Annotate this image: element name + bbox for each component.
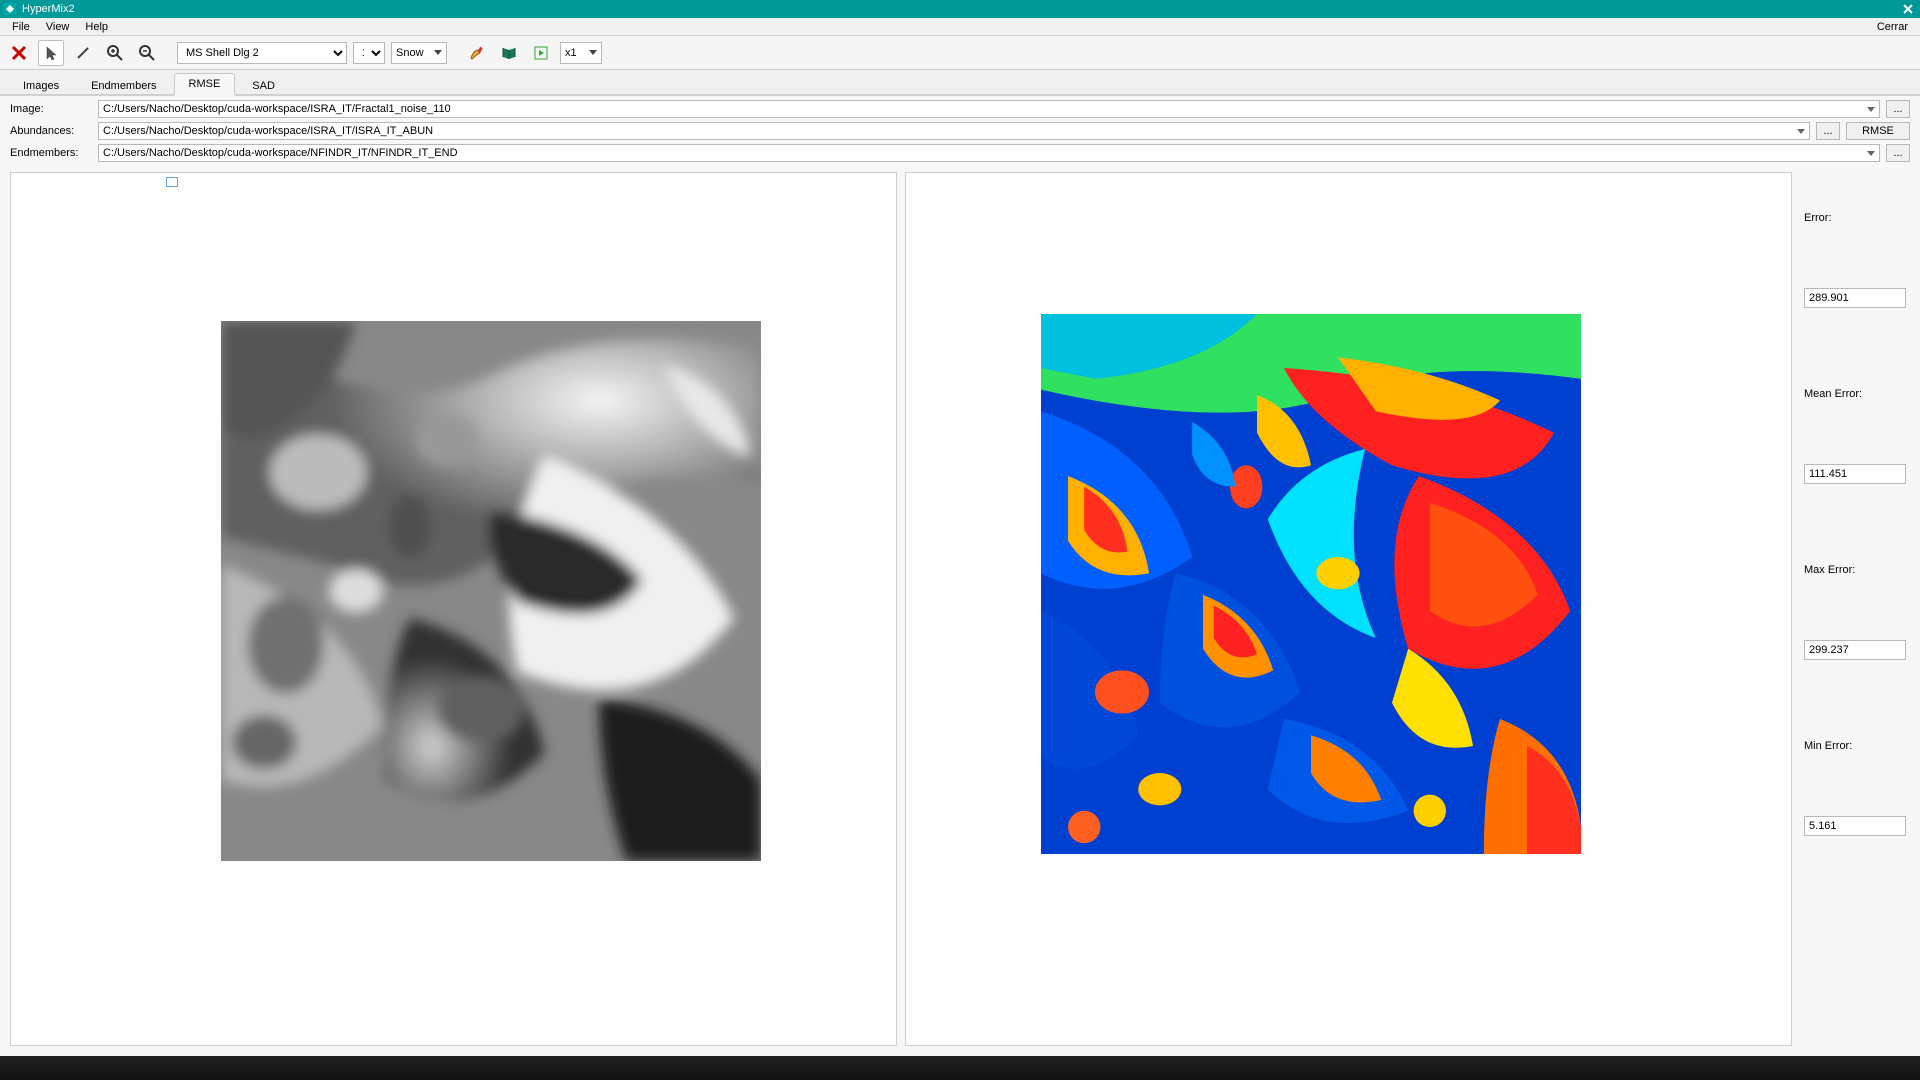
pointer-icon[interactable] (38, 40, 64, 66)
font-size-select[interactable]: 14 (353, 42, 385, 64)
brush-icon[interactable] (464, 40, 490, 66)
heatmap-image (1041, 314, 1581, 854)
endmembers-path-label: Endmembers: (10, 147, 92, 159)
menu-close[interactable]: Cerrar (1869, 19, 1916, 35)
abundances-browse-button[interactable]: ... (1816, 122, 1840, 140)
colormap-select[interactable]: Snow (391, 42, 447, 64)
menu-help[interactable]: Help (77, 19, 116, 35)
grayscale-image (221, 321, 761, 861)
abundances-path-input[interactable]: C:/Users/Nacho/Desktop/cuda-workspace/IS… (98, 122, 1810, 140)
stats-sidebar: Error: 289.901 Mean Error: 111.451 Max E… (1800, 172, 1910, 1046)
chevron-down-icon (1867, 151, 1875, 156)
menubar: File View Help Cerrar (0, 18, 1920, 36)
grayscale-panel (10, 172, 897, 1046)
tab-endmembers[interactable]: Endmembers (76, 75, 171, 96)
font-select[interactable]: MS Shell Dlg 2 (177, 42, 347, 64)
content-area: Error: 289.901 Mean Error: 111.451 Max E… (0, 166, 1920, 1056)
image-path-label: Image: (10, 103, 92, 115)
delete-icon[interactable] (6, 40, 32, 66)
tab-rmse[interactable]: RMSE (174, 73, 236, 96)
zoom-in-icon[interactable] (102, 40, 128, 66)
abundances-path-value: C:/Users/Nacho/Desktop/cuda-workspace/IS… (103, 125, 433, 137)
os-taskbar (0, 1056, 1920, 1080)
zoom-out-icon[interactable] (134, 40, 160, 66)
path-rows: Image: C:/Users/Nacho/Desktop/cuda-works… (0, 96, 1920, 166)
chevron-down-icon (1797, 129, 1805, 134)
close-window-button[interactable] (1900, 1, 1916, 17)
colormap-value: Snow (396, 47, 424, 59)
tab-images[interactable]: Images (8, 75, 74, 96)
endmembers-path-value: C:/Users/Nacho/Desktop/cuda-workspace/NF… (103, 147, 458, 159)
zoom-value: x1 (565, 47, 577, 59)
endmembers-browse-button[interactable]: ... (1886, 144, 1910, 162)
error-label: Error: (1804, 212, 1906, 224)
image-path-input[interactable]: C:/Users/Nacho/Desktop/cuda-workspace/IS… (98, 100, 1880, 118)
max-error-value: 299.237 (1804, 640, 1906, 660)
abundances-path-label: Abundances: (10, 125, 92, 137)
titlebar: HyperMix2 (0, 0, 1920, 18)
tab-sad[interactable]: SAD (237, 75, 290, 96)
play-icon[interactable] (528, 40, 554, 66)
menu-view[interactable]: View (38, 19, 78, 35)
image-path-value: C:/Users/Nacho/Desktop/cuda-workspace/IS… (103, 103, 451, 115)
chevron-down-icon (434, 50, 442, 55)
endmembers-path-input[interactable]: C:/Users/Nacho/Desktop/cuda-workspace/NF… (98, 144, 1880, 162)
rmse-button[interactable]: RMSE (1846, 122, 1910, 140)
line-tool-icon[interactable] (70, 40, 96, 66)
max-error-label: Max Error: (1804, 564, 1906, 576)
toolbar: MS Shell Dlg 2 14 Snow x1 (0, 36, 1920, 70)
heatmap-panel (905, 172, 1792, 1046)
min-error-label: Min Error: (1804, 740, 1906, 752)
app-icon (4, 3, 16, 15)
mean-error-value: 111.451 (1804, 464, 1906, 484)
min-error-value: 5.161 (1804, 816, 1906, 836)
zoom-select[interactable]: x1 (560, 42, 602, 64)
chevron-down-icon (1867, 107, 1875, 112)
mean-error-label: Mean Error: (1804, 388, 1906, 400)
window-title: HyperMix2 (22, 3, 75, 15)
error-value: 289.901 (1804, 288, 1906, 308)
tabs: Images Endmembers RMSE SAD (0, 70, 1920, 96)
chevron-down-icon (589, 50, 597, 55)
book-icon[interactable] (496, 40, 522, 66)
menu-file[interactable]: File (4, 19, 38, 35)
image-browse-button[interactable]: ... (1886, 100, 1910, 118)
